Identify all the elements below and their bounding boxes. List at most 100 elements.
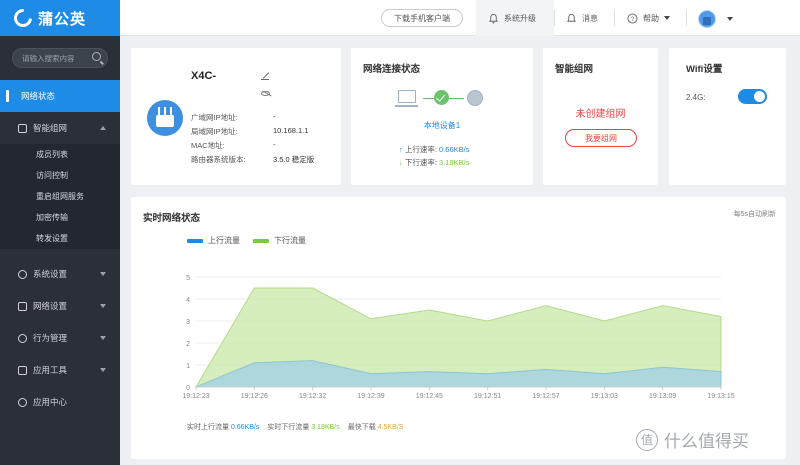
summary-label: 实时上行流量 bbox=[187, 424, 229, 431]
summary-label: 实时下行流量 bbox=[267, 424, 310, 431]
chevron-down-icon bbox=[100, 304, 106, 308]
sidebar-item-label: 网络状态 bbox=[21, 91, 56, 101]
sidebar-item-app-center[interactable]: 应用中心 bbox=[0, 386, 120, 418]
chevron-down-icon bbox=[100, 272, 106, 276]
y-tick-label: 2 bbox=[186, 341, 190, 348]
sidebar: 请输入搜索内容 网络状态 智能组网 成员列表 访问控制 重启组网服务 加密传输 … bbox=[0, 36, 120, 465]
summary-value: 0.66KB/s bbox=[230, 424, 260, 431]
sidebar-item-network-status[interactable]: 网络状态 bbox=[0, 80, 120, 112]
info-label: 广域网IP地址: bbox=[191, 113, 238, 122]
router-icon bbox=[147, 100, 183, 136]
card-title: 智能组网 bbox=[555, 64, 594, 75]
mesh-icon bbox=[18, 123, 27, 133]
info-value: - bbox=[273, 112, 276, 121]
y-tick-label: 5 bbox=[186, 275, 190, 282]
x-tick-label: 19:12:23 bbox=[182, 393, 209, 400]
info-value: 10.168.1.1 bbox=[273, 126, 309, 135]
router-body bbox=[156, 115, 174, 127]
wifi-24g-toggle[interactable] bbox=[738, 89, 767, 104]
summary-label: 最快下载 bbox=[347, 424, 376, 431]
sidebar-item-label: 应用工具 bbox=[33, 365, 68, 375]
info-value: 3.5.0 稳定版 bbox=[273, 155, 315, 164]
sub-item-forwarding[interactable]: 转发设置 bbox=[0, 228, 120, 249]
help-label: 帮助 bbox=[643, 13, 659, 23]
smart-mesh-card: 智能组网 未创建组网 我要组网 bbox=[543, 48, 658, 185]
watermark-logo-icon: 值 bbox=[636, 428, 658, 451]
dandelion-logo-icon bbox=[10, 5, 36, 31]
network-status-card: 网络连接状态 本地设备1 ↑ 上行速率: 0.66KB/s ↓ 下行速率: 3.… bbox=[351, 48, 533, 185]
sidebar-item-label: 智能组网 bbox=[33, 123, 68, 133]
local-device-label: 本地设备1 bbox=[423, 121, 461, 130]
download-client-button[interactable]: 下载手机客户端 bbox=[381, 9, 463, 27]
arrow-up-icon: ↑ bbox=[399, 145, 403, 154]
search-input[interactable]: 请输入搜索内容 bbox=[12, 48, 108, 68]
card-title: 网络连接状态 bbox=[363, 64, 421, 75]
svg-text:?: ? bbox=[631, 15, 635, 22]
chevron-down-icon[interactable] bbox=[727, 17, 733, 21]
download-rate: ↓ 下行速率: 3.19KB/s bbox=[399, 157, 469, 168]
bell-icon bbox=[488, 13, 499, 24]
summary-value: 3.19KB/s bbox=[311, 424, 340, 431]
logo[interactable]: 蒲公英 bbox=[0, 0, 120, 36]
traffic-summary: 实时上行流量 0.66KB/s 实时下行流量 3.19KB/s 最快下载 4.5… bbox=[187, 422, 403, 432]
traffic-chart: 0 1 2 3 4 5 19:12:23 19:12:26 19:12:32 19:12:39 19… bbox=[182, 275, 734, 400]
wifi-card: Wifi设置 2.4G: bbox=[669, 48, 786, 185]
tools-icon bbox=[18, 365, 27, 375]
download-rate-value: 3.19KB/s bbox=[439, 158, 470, 167]
sidebar-item-label: 系统设置 bbox=[33, 269, 68, 279]
realtime-status-card: 实时网络状态 每5s自动刷新 上行流量 下行流量 0 1 2 3 4 5 19:12:23 1… bbox=[131, 197, 786, 459]
avatar[interactable] bbox=[698, 10, 716, 28]
x-tick-label: 19:12:45 bbox=[416, 393, 443, 400]
upload-rate: ↑ 上行速率: 0.66KB/s bbox=[399, 144, 469, 155]
create-mesh-button[interactable]: 我要组网 bbox=[565, 129, 637, 147]
watermark: 值 什么值得买 bbox=[636, 427, 749, 452]
help-menu[interactable]: ? 帮助 bbox=[627, 0, 670, 36]
hide-eye-icon[interactable] bbox=[261, 91, 270, 96]
sidebar-item-label: 行为管理 bbox=[33, 333, 68, 343]
x-tick-label: 19:12:26 bbox=[241, 393, 268, 400]
x-tick-label: 19:12:32 bbox=[299, 393, 326, 400]
x-tick-label: 19:12:39 bbox=[357, 393, 384, 400]
sub-item-restart-service[interactable]: 重启组网服务 bbox=[0, 186, 120, 207]
divider bbox=[614, 10, 615, 26]
messages-button[interactable]: 消息 bbox=[566, 0, 598, 36]
device-card: X4C- 广域网IP地址: - 局域网IP地址: 10.168.1.1 MAC地… bbox=[131, 48, 341, 185]
sub-item-members[interactable]: 成员列表 bbox=[0, 144, 120, 165]
chevron-down-icon bbox=[664, 16, 670, 20]
info-value: - bbox=[273, 140, 276, 149]
chevron-up-icon bbox=[100, 126, 106, 130]
wifi-band-label: 2.4G: bbox=[686, 93, 706, 102]
behavior-icon bbox=[18, 333, 27, 343]
edit-icon[interactable] bbox=[261, 72, 269, 80]
sidebar-item-network-settings[interactable]: 网络设置 bbox=[0, 290, 120, 322]
arrow-down-icon: ↓ bbox=[399, 158, 403, 167]
help-circle-icon: ? bbox=[627, 12, 638, 24]
app-center-icon bbox=[18, 397, 27, 407]
chevron-down-icon bbox=[100, 336, 106, 340]
sidebar-item-app-tools[interactable]: 应用工具 bbox=[0, 354, 120, 386]
network-icon bbox=[18, 301, 27, 311]
sidebar-item-label: 应用中心 bbox=[33, 397, 68, 407]
x-tick-label: 19:12:57 bbox=[532, 393, 559, 400]
divider bbox=[554, 10, 555, 26]
sub-item-access-control[interactable]: 访问控制 bbox=[0, 165, 120, 186]
y-tick-label: 1 bbox=[186, 363, 190, 370]
summary-value: 4.5KB/S bbox=[377, 424, 404, 431]
sub-item-encryption[interactable]: 加密传输 bbox=[0, 207, 120, 228]
y-tick-label: 4 bbox=[186, 297, 190, 304]
top-bar: 蒲公英 下载手机客户端 系统升级 消息 ? 帮助 bbox=[0, 0, 800, 36]
bell-outline-icon bbox=[566, 13, 577, 22]
sidebar-item-behavior-management[interactable]: 行为管理 bbox=[0, 322, 120, 354]
x-tick-label: 19:13:15 bbox=[707, 393, 734, 400]
gear-icon bbox=[18, 269, 27, 279]
sidebar-item-smart-mesh[interactable]: 智能组网 bbox=[0, 112, 120, 144]
system-upgrade-button[interactable]: 系统升级 bbox=[476, 0, 554, 36]
x-tick-label: 19:13:09 bbox=[649, 393, 676, 400]
system-upgrade-label: 系统升级 bbox=[504, 13, 536, 23]
active-indicator-icon bbox=[6, 90, 9, 102]
divider bbox=[686, 10, 687, 26]
card-title: Wifi设置 bbox=[686, 64, 723, 75]
sidebar-item-label: 网络设置 bbox=[33, 301, 68, 311]
sidebar-item-system-settings[interactable]: 系统设置 bbox=[0, 258, 120, 290]
computer-icon bbox=[395, 90, 418, 107]
